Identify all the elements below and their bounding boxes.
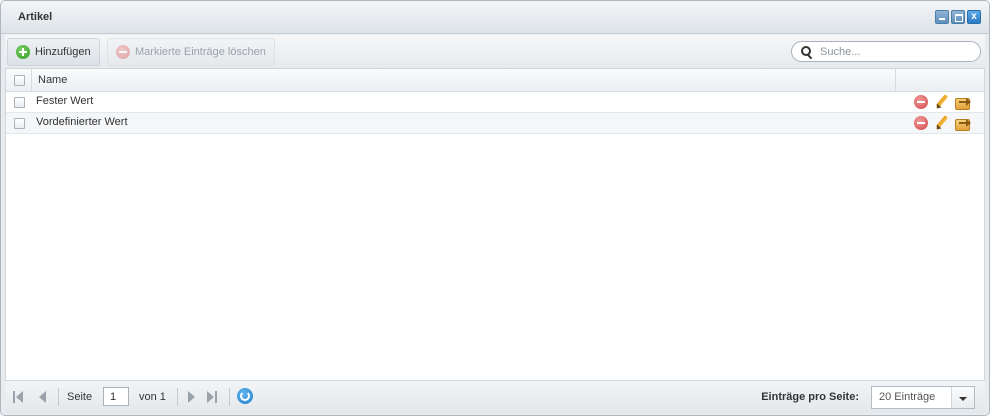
artikel-window: Artikel x Hinzufügen Markierte Einträge … — [0, 0, 990, 416]
select-all-checkbox[interactable] — [14, 75, 25, 86]
first-page-icon[interactable] — [13, 389, 25, 405]
next-page-icon[interactable] — [187, 389, 197, 405]
page-label: Seite — [67, 391, 93, 403]
delete-selected-button[interactable]: Markierte Einträge löschen — [107, 38, 275, 66]
minimize-icon — [939, 18, 945, 20]
search-input[interactable] — [818, 44, 972, 59]
pager-divider — [229, 388, 230, 406]
edit-pencil-icon[interactable] — [934, 115, 949, 132]
close-icon: x — [971, 11, 977, 22]
window-titlebar[interactable]: Artikel x — [1, 1, 989, 34]
delete-selected-label: Markierte Einträge löschen — [135, 46, 266, 58]
table-row[interactable]: Fester Wert — [6, 92, 984, 113]
row-checkbox[interactable] — [14, 97, 25, 108]
move-icon[interactable] — [954, 116, 972, 131]
row-actions — [914, 94, 972, 111]
previous-page-icon[interactable] — [38, 389, 48, 405]
row-checkbox[interactable] — [14, 118, 25, 129]
plus-circle-icon — [16, 45, 30, 59]
refresh-icon[interactable] — [237, 388, 253, 404]
close-button[interactable]: x — [967, 10, 981, 24]
page-number-input[interactable] — [103, 387, 129, 406]
column-divider — [895, 69, 896, 91]
pager-divider — [177, 388, 178, 406]
delete-row-icon[interactable] — [914, 95, 928, 109]
article-grid: Name Fester Wert Vordefinierter Wert — [5, 69, 985, 381]
chevron-down-icon — [959, 397, 967, 401]
maximize-button[interactable] — [951, 10, 965, 24]
per-page-value: 20 Einträge — [879, 391, 936, 403]
move-icon[interactable] — [954, 95, 972, 110]
toolbar: Hinzufügen Markierte Einträge löschen — [5, 35, 985, 69]
minus-circle-icon — [116, 45, 130, 59]
search-box[interactable] — [791, 41, 981, 62]
window-title: Artikel — [18, 11, 53, 23]
add-button[interactable]: Hinzufügen — [7, 38, 100, 66]
per-page-dropdown-button[interactable] — [951, 387, 974, 408]
maximize-icon — [955, 14, 963, 22]
window-controls: x — [935, 10, 981, 24]
row-name: Fester Wert — [36, 95, 94, 107]
edit-pencil-icon[interactable] — [934, 94, 949, 111]
last-page-icon[interactable] — [207, 389, 219, 405]
column-header-name[interactable]: Name — [38, 74, 67, 86]
row-actions — [914, 115, 972, 132]
per-page-select[interactable]: 20 Einträge — [871, 386, 975, 409]
add-button-label: Hinzufügen — [35, 46, 91, 58]
row-name: Vordefinierter Wert — [36, 116, 128, 128]
column-divider — [31, 69, 32, 91]
pagination-bar: Seite von 1 Einträge pro Seite: 20 Eintr… — [5, 380, 985, 413]
delete-row-icon[interactable] — [914, 116, 928, 130]
search-icon — [800, 45, 814, 59]
per-page-label: Einträge pro Seite: — [761, 391, 859, 403]
grid-header: Name — [6, 69, 984, 92]
page-count-label: von 1 — [139, 391, 166, 403]
pager-divider — [58, 388, 59, 406]
table-row[interactable]: Vordefinierter Wert — [6, 113, 984, 134]
minimize-button[interactable] — [935, 10, 949, 24]
